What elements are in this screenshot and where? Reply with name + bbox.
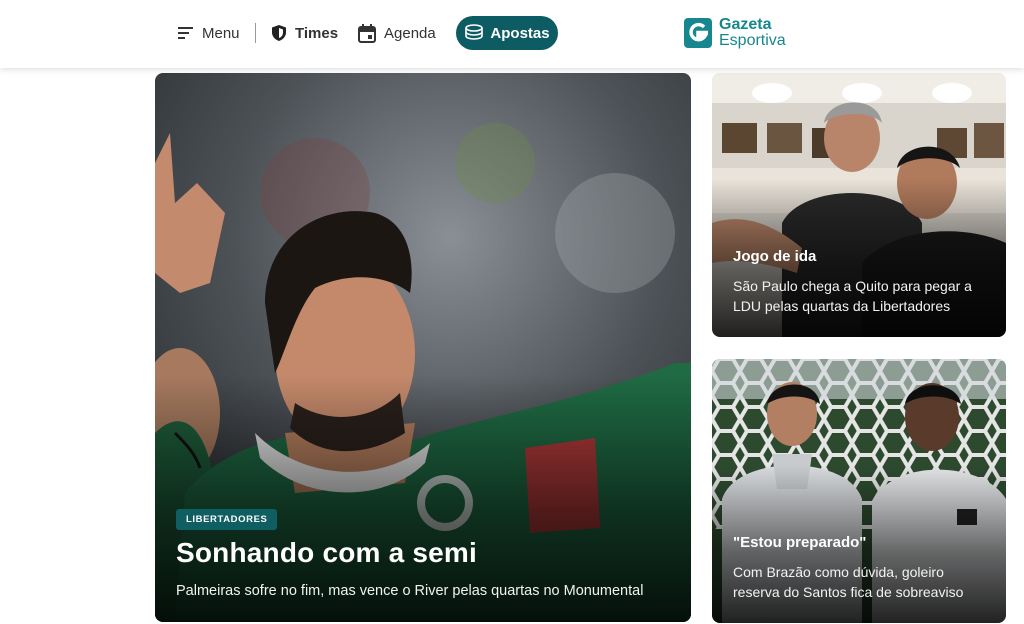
- hamburger-icon: [178, 27, 193, 39]
- side-story-subtitle-1: São Paulo chega a Quito para pegar a LDU…: [733, 278, 972, 314]
- agenda-label: Agenda: [384, 24, 436, 42]
- featured-subtitle: Palmeiras sofre no fim, mas vence o Rive…: [176, 583, 644, 599]
- nav-divider: [255, 23, 256, 43]
- logo-line1: Gazeta: [719, 16, 772, 33]
- menu-button[interactable]: Menu: [178, 0, 240, 66]
- shield-icon: [272, 25, 286, 41]
- side-story-title-2[interactable]: "Estou preparado": [733, 534, 866, 551]
- agenda-button[interactable]: Agenda: [358, 0, 436, 66]
- menu-label: Menu: [202, 24, 240, 42]
- times-label: Times: [295, 24, 339, 42]
- side-story-card-2[interactable]: "Estou preparado" Com Brazão como dúvida…: [712, 359, 1006, 623]
- side-story-subtitle-2: Com Brazão como dúvida, goleiro reserva …: [733, 564, 964, 600]
- featured-title[interactable]: Sonhando com a semi: [176, 537, 477, 569]
- logo-mark-icon: [684, 18, 712, 48]
- calendar-icon: [358, 23, 376, 43]
- site-header: Menu Times Agenda Apostas Gazeta Esporti…: [0, 0, 1024, 68]
- coins-icon: [465, 24, 484, 40]
- logo-line2: Esportiva: [719, 32, 786, 49]
- times-button[interactable]: Times: [271, 0, 338, 66]
- featured-story-card[interactable]: LIBERTADORES Sonhando com a semi Palmeir…: [155, 73, 691, 622]
- site-logo[interactable]: Gazeta Esportiva: [682, 14, 786, 52]
- apostas-label: Apostas: [490, 24, 550, 42]
- side-story-title-1[interactable]: Jogo de ida: [733, 248, 816, 265]
- side-story-card-1[interactable]: Jogo de ida São Paulo chega a Quito para…: [712, 73, 1006, 337]
- apostas-button[interactable]: Apostas: [456, 16, 558, 50]
- category-tag[interactable]: LIBERTADORES: [176, 509, 278, 530]
